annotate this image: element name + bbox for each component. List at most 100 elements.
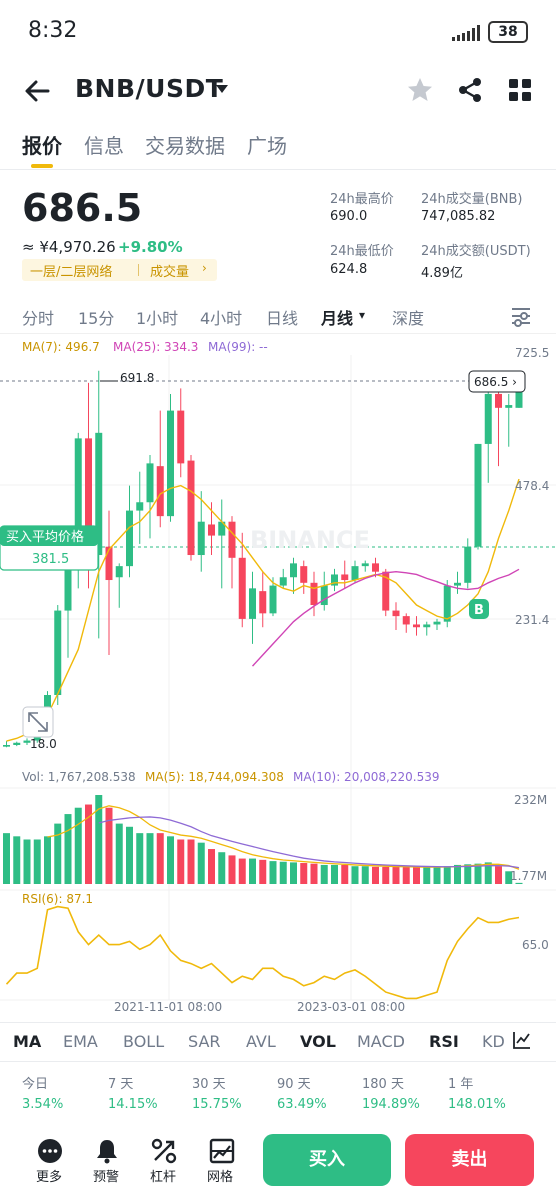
layout-grid-icon[interactable]: [508, 78, 532, 102]
tag-volume[interactable]: 成交量: [150, 261, 189, 280]
indicator-macd[interactable]: MACD: [357, 1032, 405, 1051]
volume-bar: [218, 852, 226, 884]
kline-chart[interactable]: BINANCE 725.5 478.4 231.4 691.8 18.0 686…: [0, 336, 556, 1020]
stat-vol-label: 24h成交量(BNB): [421, 192, 523, 207]
avg-price-value: 381.5: [32, 552, 69, 567]
axis-top-label: 725.5: [515, 346, 549, 360]
volume-bar: [177, 839, 185, 884]
volume-bar: [156, 833, 164, 884]
margin-icon[interactable]: [151, 1138, 177, 1164]
volume-bar: [279, 861, 287, 884]
expand-icon[interactable]: [22, 706, 54, 738]
indicator-ma[interactable]: MA: [13, 1032, 41, 1051]
volume-bar: [515, 882, 523, 884]
candle-body: [177, 410, 185, 464]
stat-high-value: 690.0: [330, 209, 368, 224]
indicator-avl[interactable]: AVL: [246, 1032, 276, 1051]
candle-body: [392, 610, 400, 617]
candle-body: [3, 745, 10, 747]
max-price-label: 691.8: [120, 371, 154, 385]
volume-bar: [136, 833, 144, 884]
stat-high-label: 24h最高价: [330, 192, 394, 207]
interval-15m[interactable]: 15分: [78, 305, 114, 329]
volume-bar: [197, 842, 205, 884]
watermark: BINANCE: [250, 526, 370, 554]
volume-bar: [423, 867, 431, 884]
status-time: 8:32: [28, 18, 78, 43]
interval-4h[interactable]: 4小时: [200, 305, 242, 329]
perf-value-30d: 15.75%: [192, 1097, 242, 1112]
tab-trading-data[interactable]: 交易数据: [145, 130, 225, 159]
nav-grid-label[interactable]: 网格: [207, 1166, 233, 1185]
axis-mid-label: 478.4: [515, 479, 549, 493]
candle-body: [156, 466, 164, 517]
indicator-ema[interactable]: EMA: [63, 1032, 98, 1051]
volume-bar: [115, 823, 123, 884]
back-arrow-icon[interactable]: [22, 76, 52, 106]
date-label-2: 2023-03-01 08:00: [297, 1000, 405, 1014]
volume-bar: [433, 866, 441, 884]
more-icon[interactable]: [37, 1138, 63, 1164]
candle-body: [341, 574, 349, 581]
candle-body: [167, 410, 174, 517]
tab-quote[interactable]: 报价: [22, 130, 62, 159]
perf-value-180d: 194.89%: [362, 1097, 420, 1112]
current-price-tag-text: 686.5 ›: [474, 375, 517, 389]
candle-body: [464, 546, 472, 583]
interval-caret-icon[interactable]: ▾: [359, 308, 365, 322]
interval-month[interactable]: 月线: [321, 305, 353, 329]
indicator-sar[interactable]: SAR: [188, 1032, 221, 1051]
perf-value-1y: 148.01%: [448, 1097, 506, 1112]
pair-title[interactable]: BNB/USDT: [75, 74, 223, 103]
tag-layer-network[interactable]: 一层/二层网络: [30, 261, 112, 280]
date-label-1: 2021-11-01 08:00: [114, 1000, 222, 1014]
share-icon[interactable]: [456, 76, 484, 104]
buy-button[interactable]: 买入: [263, 1134, 391, 1186]
sell-button[interactable]: 卖出: [405, 1134, 534, 1186]
candle-body: [249, 588, 256, 619]
star-icon[interactable]: [406, 76, 434, 104]
candle-body: [146, 463, 154, 503]
candle-body: [13, 742, 21, 745]
candle-body: [361, 563, 369, 567]
volume-bar: [13, 836, 21, 884]
indicator-kd[interactable]: KD: [482, 1032, 506, 1051]
volume-bar: [310, 863, 318, 884]
stat-amt-value: 4.89亿: [421, 266, 463, 281]
indicator-boll[interactable]: BOLL: [123, 1032, 164, 1051]
candle-body: [259, 591, 267, 614]
indicator-rsi[interactable]: RSI: [429, 1032, 459, 1051]
perf-value-today: 3.54%: [22, 1097, 64, 1112]
candle-body: [269, 585, 277, 614]
volume-bar: [361, 866, 369, 884]
indicator-settings-icon[interactable]: [512, 1030, 532, 1050]
volume-bar: [259, 859, 267, 884]
nav-more-label[interactable]: 更多: [36, 1166, 62, 1185]
volume-bar: [320, 864, 328, 884]
indicator-vol[interactable]: VOL: [300, 1032, 336, 1051]
volume-bar: [290, 862, 297, 884]
nav-margin-label[interactable]: 杠杆: [150, 1166, 176, 1185]
vol-ma5-legend: MA(5): 18,744,094.308: [145, 770, 284, 784]
candle-body: [136, 502, 144, 511]
tab-info[interactable]: 信息: [84, 130, 124, 159]
candle-body: [402, 616, 410, 625]
grid-bot-icon[interactable]: [209, 1138, 235, 1164]
volume-bar: [187, 839, 195, 884]
bell-icon[interactable]: [94, 1138, 120, 1164]
interval-timeshare[interactable]: 分时: [22, 305, 54, 329]
axis-low-label: 231.4: [515, 613, 549, 627]
volume-bar: [351, 866, 359, 884]
interval-1h[interactable]: 1小时: [136, 305, 178, 329]
chart-settings-icon[interactable]: [510, 305, 532, 327]
candle-body: [290, 563, 297, 578]
interval-depth[interactable]: 深度: [392, 305, 424, 329]
signal-icon: [452, 25, 480, 41]
volume-bar: [331, 864, 338, 884]
nav-alert-label[interactable]: 预警: [93, 1166, 119, 1185]
stat-low-value: 624.8: [330, 262, 368, 277]
tab-square[interactable]: 广场: [247, 130, 287, 159]
caret-down-icon[interactable]: [215, 84, 229, 94]
volume-bar: [126, 826, 133, 884]
interval-day[interactable]: 日线: [266, 305, 298, 329]
